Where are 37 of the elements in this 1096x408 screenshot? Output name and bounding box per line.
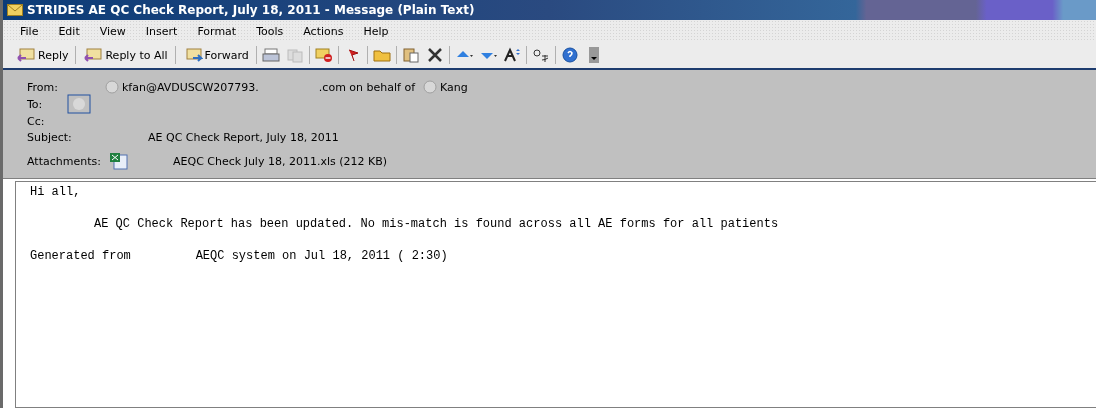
contact-icon [423,80,438,94]
from-label: From: [27,80,59,94]
menu-item[interactable]: Edit [49,22,89,40]
body-text: Generated from AEQC system on Jul 18, 2011 ( 2:30) [30,249,449,263]
envelope-icon [7,4,23,16]
menu-item[interactable]: Format [188,22,246,40]
attachment-link[interactable]: AEQC Check July 18, 2011.xls (212 KB) [173,154,388,168]
menu-item[interactable]: Insert [136,22,187,40]
printer-icon[interactable] [260,46,281,64]
contact-icon[interactable] [67,94,91,114]
attachments-label: Attachments: [27,154,102,168]
window-title: STRIDES AE QC Check Report, July 18, 2011 - Message (Plain Text) [27,3,475,17]
body-text: Hi all, [30,185,82,199]
sender-name: Kang [440,80,468,94]
help-icon[interactable] [559,46,580,64]
menu-item[interactable]: View [90,22,135,40]
to-label: To: [27,97,44,111]
cc-label: Cc: [27,114,46,128]
body-text: AE QC Check Report has been updated. No mis-match is found across all AE forms for all patients [93,217,780,231]
subject-label: Subject: [27,130,73,144]
envelope-reply-icon [16,48,36,62]
sender-domain: .com on behalf of [318,80,416,94]
reply-all-button[interactable]: Reply to All [80,47,171,63]
subject-text: AE QC Check Report, July 18, 2011 [148,130,339,144]
contact-icon [105,80,119,94]
message-body[interactable]: Hi all, AE QC Check Report has been updated. No mis-match is found across all AE forms for all patients Generated from AEQC system on Jul 18, 2011 ( 2:30) [15,181,1096,408]
menu-item[interactable]: Tools [247,22,293,40]
font-size-icon[interactable] [501,46,522,64]
sender-address: kfan@AVDUSCW207793. [122,80,259,94]
menu-item[interactable]: Help [354,22,398,40]
envelope-minus-icon[interactable] [313,46,334,64]
envelope-reply-icon [83,48,104,62]
spreadsheet-icon[interactable] [109,152,129,170]
reply-button[interactable]: Reply [13,47,72,63]
menu-item[interactable]: File [11,22,48,40]
menu-item[interactable]: Actions [294,22,353,40]
forward-button[interactable]: Forward [179,47,252,63]
